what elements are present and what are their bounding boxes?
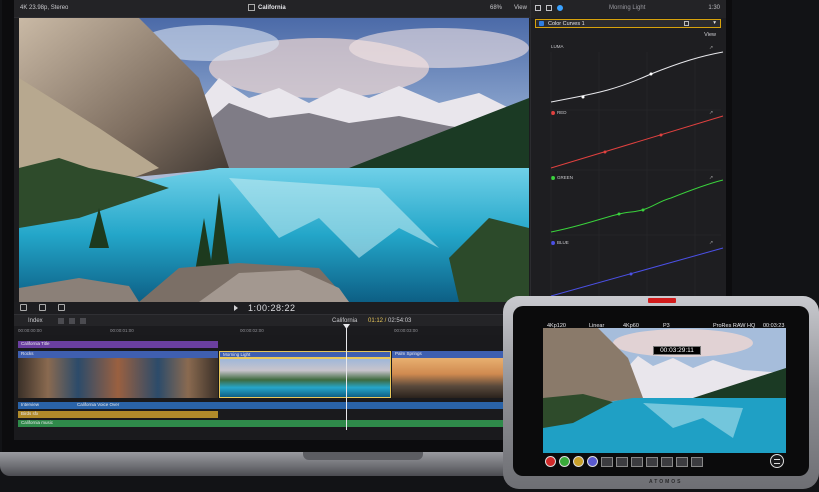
inspector-view-menu[interactable]: View: [704, 32, 716, 38]
timeline-total: 02:54:03: [388, 318, 412, 324]
view-menu[interactable]: View: [514, 5, 527, 11]
timeline-position: 01:12: [368, 318, 384, 324]
viewer-toolbar: 1:00:28:22: [14, 302, 530, 314]
ruler-tick: 00:00:00:00: [18, 328, 42, 333]
green-curve[interactable]: [550, 179, 724, 233]
timeline-project-name[interactable]: California: [332, 318, 357, 324]
effect-row[interactable]: Color Curves 1 ▾: [535, 19, 721, 28]
viewer-project-title: California: [258, 5, 286, 11]
broll-clip[interactable]: Rocks: [18, 351, 218, 358]
svg-text:↗: ↗: [709, 240, 713, 246]
timeline-view-icons: [58, 318, 86, 324]
laptop-notch: [303, 452, 423, 460]
record-indicator: [648, 298, 676, 303]
landscape-image: [19, 18, 529, 302]
atomos-timecode: 00:03:29:11: [653, 346, 701, 355]
effect-enable-checkbox[interactable]: [539, 21, 544, 26]
svg-text:↗: ↗: [709, 110, 713, 116]
menu-icon[interactable]: [770, 454, 784, 468]
info-tab-icon[interactable]: [557, 5, 563, 11]
play-button[interactable]: [559, 456, 570, 467]
format-info: 4K 23.98p, Stereo: [20, 5, 69, 11]
clapper-icon: [248, 4, 255, 11]
selected-clip[interactable]: Morning Light: [219, 351, 391, 358]
color-curves-graph[interactable]: ↗ ↗ ↗ ↗: [531, 40, 726, 300]
effect-name: Color Curves 1: [548, 21, 585, 27]
broll-filmstrip[interactable]: [18, 358, 218, 398]
blue-curve[interactable]: [550, 247, 724, 297]
ruler-tick: 00:00:02:00: [240, 328, 264, 333]
atomos-controls: [545, 456, 703, 467]
inspector-tabs: [535, 5, 563, 11]
transform-tool-icon[interactable]: [20, 304, 27, 311]
svg-text:↗: ↗: [709, 45, 713, 51]
timeline-duration: 01:12 / 02:54:03: [368, 318, 412, 324]
audio-view-icon[interactable]: [69, 318, 75, 324]
audio-voiceover-clip[interactable]: California Voice Over: [74, 402, 526, 409]
frame-guide-icon[interactable]: [676, 456, 688, 467]
chevron-down-icon[interactable]: ▾: [713, 20, 716, 26]
selected-filmstrip[interactable]: [219, 358, 391, 398]
title-clip[interactable]: California Title: [18, 341, 218, 348]
inspector-header: Morning Light 1:30: [531, 0, 726, 18]
speed-tool-icon[interactable]: [58, 304, 65, 311]
luma-curve[interactable]: [550, 51, 724, 103]
lut-tool-icon[interactable]: [691, 456, 703, 467]
inspector-timecode: 1:30: [708, 5, 720, 11]
atomos-monitor: 4Kp120 Linear 4Kp60 P3 ProRes RAW HQ 00:…: [503, 296, 819, 489]
waveform-tool-icon[interactable]: [631, 456, 643, 467]
ruler-tick: 00:00:01:00: [110, 328, 134, 333]
viewer-image: [19, 18, 529, 302]
audio-interview-clip[interactable]: Interview: [18, 402, 78, 409]
index-button[interactable]: Index: [28, 318, 43, 324]
tool-group: [20, 304, 65, 311]
audio-music-clip[interactable]: California music: [18, 420, 526, 427]
playhead[interactable]: [346, 326, 347, 430]
red-curve[interactable]: [550, 115, 724, 169]
viewer-timecode: 1:00:28:22: [248, 303, 296, 313]
inspector-clip-name: Morning Light: [609, 5, 646, 11]
focus-tool-icon[interactable]: [601, 456, 613, 467]
video-tab-icon[interactable]: [535, 5, 541, 11]
svg-text:↗: ↗: [709, 175, 713, 181]
atomos-brand: ATOMOS: [649, 479, 683, 485]
scene: 4K 23.98p, Stereo California 68% View Mo…: [0, 0, 819, 492]
scope-tool-icon[interactable]: [646, 456, 658, 467]
inspector-panel: Morning Light 1:30 Color Curves 1 ▾ View…: [530, 0, 726, 300]
effect-mask-icon[interactable]: [684, 21, 689, 26]
skimming-icon[interactable]: [80, 318, 86, 324]
enhance-tool-icon[interactable]: [39, 304, 46, 311]
filter-tab-icon[interactable]: [546, 5, 552, 11]
atomos-display: 4Kp120 Linear 4Kp60 P3 ProRes RAW HQ 00:…: [513, 306, 809, 476]
tag-button[interactable]: [587, 456, 598, 467]
play-icon[interactable]: [234, 305, 238, 311]
zebra-tool-icon[interactable]: [616, 456, 628, 467]
monitor-button[interactable]: [573, 456, 584, 467]
clip-view-icon[interactable]: [58, 318, 64, 324]
zoom-menu[interactable]: 68%: [490, 5, 502, 11]
record-button[interactable]: [545, 456, 556, 467]
audio-birds-clip[interactable]: Birds sfx: [18, 411, 218, 418]
zoom-tool-icon[interactable]: [661, 456, 673, 467]
ruler-tick: 00:00:03:00: [394, 328, 418, 333]
